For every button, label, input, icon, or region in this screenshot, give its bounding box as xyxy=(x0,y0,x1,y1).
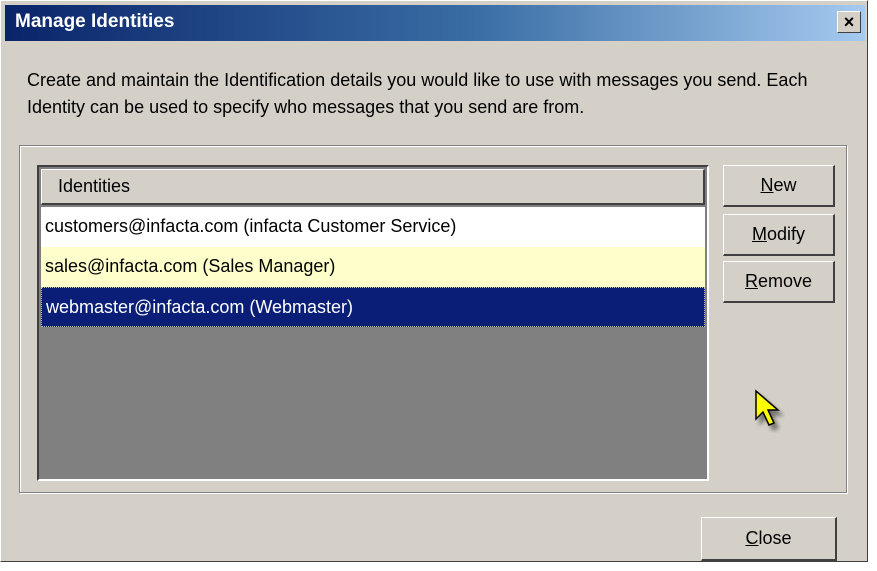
identities-list[interactable]: Identities customers@infacta.com (infact… xyxy=(37,165,709,481)
manage-identities-dialog: Manage Identities × Create and maintain … xyxy=(0,0,868,562)
identity-row-customers[interactable]: customers@infacta.com (infacta Customer … xyxy=(41,207,705,247)
new-button-label: ew xyxy=(773,175,797,195)
identities-column-header[interactable]: Identities xyxy=(41,169,705,205)
close-window-button[interactable]: × xyxy=(837,11,861,33)
modify-button[interactable]: Modify xyxy=(723,214,835,256)
close-button[interactable]: Close xyxy=(701,517,837,561)
modify-button-label: odify xyxy=(766,224,806,244)
remove-button[interactable]: Remove xyxy=(723,261,835,303)
identity-row-sales[interactable]: sales@infacta.com (Sales Manager) xyxy=(41,247,705,287)
title-bar[interactable]: Manage Identities × xyxy=(5,5,865,41)
pointer-cursor-icon xyxy=(755,389,781,426)
close-button-mnemonic: C xyxy=(745,528,759,548)
remove-button-label: emove xyxy=(757,271,813,291)
close-button-label: lose xyxy=(758,528,792,548)
description-text: Create and maintain the Identification d… xyxy=(27,70,808,117)
close-icon: × xyxy=(843,12,855,32)
identity-row-webmaster[interactable]: webmaster@infacta.com (Webmaster) xyxy=(41,287,705,327)
modify-button-mnemonic: M xyxy=(751,224,767,244)
remove-button-mnemonic: R xyxy=(744,271,758,291)
new-button-mnemonic: N xyxy=(760,175,774,195)
window-title: Manage Identities xyxy=(15,11,175,32)
new-button[interactable]: New xyxy=(723,165,835,207)
